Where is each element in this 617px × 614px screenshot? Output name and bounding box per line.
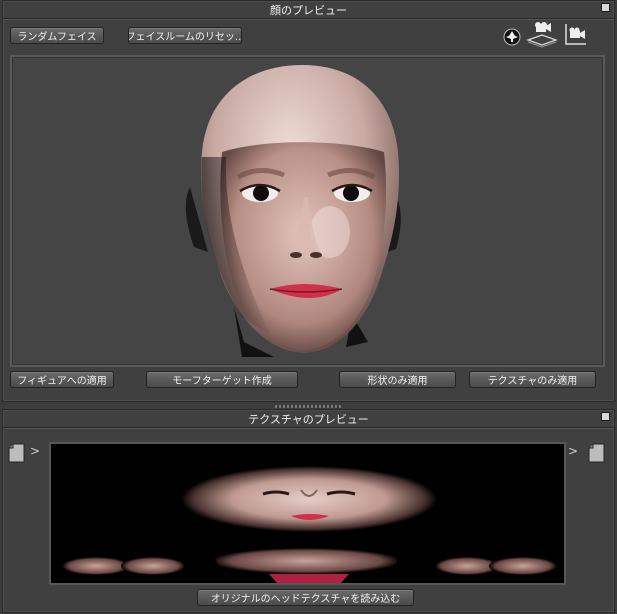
- apply-shape-only-button[interactable]: 形状のみ適用: [339, 371, 456, 388]
- face-preview-title: 顔のプレビュー: [270, 4, 347, 17]
- rotate-icon[interactable]: [503, 28, 521, 46]
- apply-texture-only-button[interactable]: テクスチャのみ適用: [469, 371, 596, 388]
- page-right-icon[interactable]: [588, 443, 606, 463]
- page-left-icon[interactable]: [8, 443, 26, 463]
- reset-face-room-button[interactable]: フェイスルームのリセッ...: [128, 27, 242, 44]
- texture-preview-image: [49, 442, 566, 585]
- head-model[interactable]: [12, 57, 603, 365]
- camera-side-icon[interactable]: [564, 22, 588, 46]
- load-original-texture-button[interactable]: オリジナルのヘッドテクスチャを読み込む: [197, 589, 414, 606]
- texture-preview-title: テクスチャのプレビュー: [248, 413, 369, 426]
- panel-option-icon[interactable]: [601, 412, 610, 421]
- panel-resize-handle[interactable]: [275, 405, 341, 408]
- create-morph-target-button[interactable]: モーフターゲット作成: [146, 371, 298, 388]
- title-divider: [3, 18, 614, 20]
- random-face-button[interactable]: ランダムフェイス: [10, 27, 104, 44]
- next-arrow-icon[interactable]: >: [568, 444, 578, 458]
- face-3d-viewport[interactable]: [10, 55, 605, 367]
- title-divider: [3, 427, 614, 429]
- panel-option-icon[interactable]: [601, 3, 610, 12]
- prev-arrow-icon[interactable]: >: [30, 444, 40, 458]
- apply-to-figure-button[interactable]: フィギュアへの適用: [10, 371, 114, 388]
- camera-floor-icon[interactable]: [526, 22, 558, 48]
